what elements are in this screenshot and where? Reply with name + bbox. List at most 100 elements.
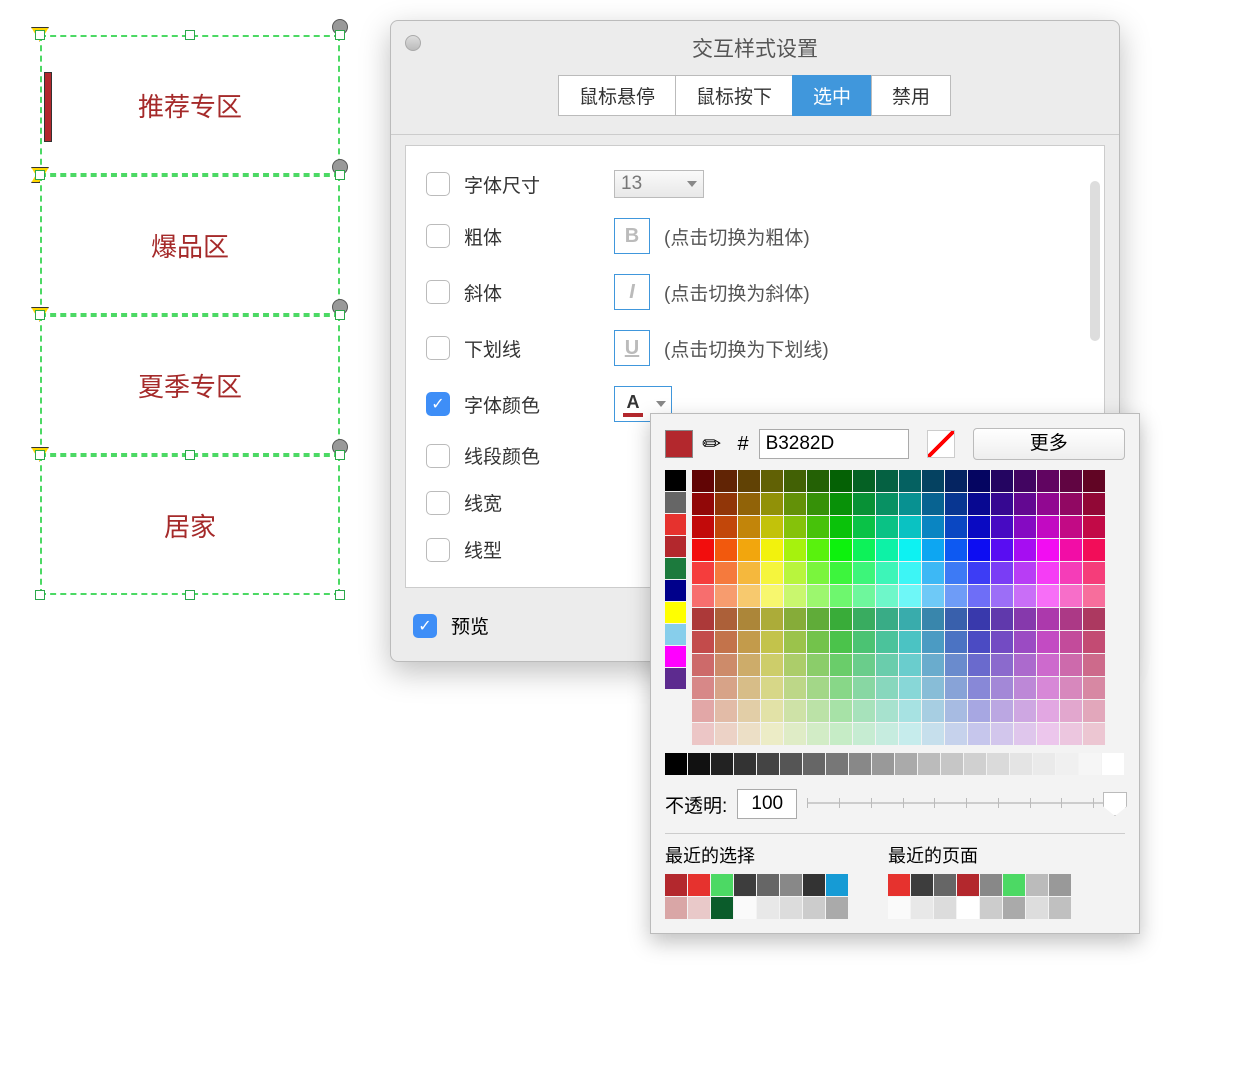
color-swatch[interactable] [1060,470,1082,492]
color-swatch[interactable] [1037,539,1059,561]
color-swatch[interactable] [1083,608,1105,630]
color-swatch[interactable] [1037,631,1059,653]
color-swatch[interactable] [1060,493,1082,515]
color-swatch[interactable] [830,654,852,676]
resize-handle[interactable] [35,310,45,320]
color-swatch[interactable] [922,631,944,653]
color-swatch[interactable] [945,631,967,653]
color-swatch[interactable] [692,677,714,699]
color-swatch[interactable] [692,700,714,722]
color-swatch[interactable] [1014,539,1036,561]
color-swatch[interactable] [968,631,990,653]
color-swatch[interactable] [876,585,898,607]
color-swatch[interactable] [876,516,898,538]
resize-handle[interactable] [335,450,345,460]
color-swatch[interactable] [968,539,990,561]
color-swatch[interactable] [692,585,714,607]
color-swatch[interactable] [830,562,852,584]
color-swatch[interactable] [1026,874,1048,896]
color-swatch[interactable] [922,654,944,676]
color-swatch[interactable] [784,562,806,584]
opacity-input[interactable] [737,789,797,819]
color-swatch[interactable] [1049,897,1071,919]
color-swatch[interactable] [945,723,967,745]
color-swatch[interactable] [1083,470,1105,492]
color-swatch[interactable] [968,654,990,676]
color-swatch[interactable] [1083,585,1105,607]
color-swatch[interactable] [899,562,921,584]
color-swatch[interactable] [738,516,760,538]
color-swatch[interactable] [784,585,806,607]
color-swatch[interactable] [1083,700,1105,722]
color-swatch[interactable] [715,723,737,745]
tab-disabled[interactable]: 禁用 [871,75,951,116]
color-swatch[interactable] [945,677,967,699]
color-swatch[interactable] [964,753,986,775]
color-swatch[interactable] [849,753,871,775]
color-swatch[interactable] [922,700,944,722]
color-swatch[interactable] [711,753,733,775]
color-swatch[interactable] [922,493,944,515]
color-swatch[interactable] [1037,608,1059,630]
resize-handle[interactable] [335,590,345,600]
color-swatch[interactable] [1037,677,1059,699]
color-swatch[interactable] [968,677,990,699]
color-swatch[interactable] [761,516,783,538]
color-swatch[interactable] [665,558,686,579]
color-swatch[interactable] [853,585,875,607]
color-swatch[interactable] [1083,539,1105,561]
checkbox-italic[interactable] [426,280,450,304]
color-swatch[interactable] [1037,723,1059,745]
color-swatch[interactable] [715,700,737,722]
color-swatch[interactable] [830,631,852,653]
color-swatch[interactable] [991,562,1013,584]
color-swatch[interactable] [715,631,737,653]
color-swatch[interactable] [1014,723,1036,745]
color-swatch[interactable] [784,677,806,699]
color-swatch[interactable] [826,874,848,896]
color-swatch[interactable] [665,624,686,645]
tab-hover[interactable]: 鼠标悬停 [558,75,676,116]
color-swatch[interactable] [807,677,829,699]
checkbox-fontsize[interactable] [426,172,450,196]
color-swatch[interactable] [1060,516,1082,538]
color-swatch[interactable] [1060,608,1082,630]
hex-input[interactable] [759,429,909,459]
color-swatch[interactable] [918,753,940,775]
color-swatch[interactable] [899,654,921,676]
color-swatch[interactable] [761,585,783,607]
color-swatch[interactable] [830,539,852,561]
color-swatch[interactable] [780,753,802,775]
color-swatch[interactable] [1060,723,1082,745]
color-swatch[interactable] [968,585,990,607]
color-swatch[interactable] [688,874,710,896]
color-swatch[interactable] [991,493,1013,515]
color-swatch[interactable] [1010,753,1032,775]
color-swatch[interactable] [922,677,944,699]
color-swatch[interactable] [692,539,714,561]
color-swatch[interactable] [899,608,921,630]
resize-handle[interactable] [335,170,345,180]
resize-handle[interactable] [35,170,45,180]
checkbox-linecolor[interactable] [426,444,450,468]
color-swatch[interactable] [761,677,783,699]
color-swatch[interactable] [1014,654,1036,676]
checkbox-bold[interactable] [426,224,450,248]
color-swatch[interactable] [692,470,714,492]
color-swatch[interactable] [1033,753,1055,775]
color-swatch[interactable] [692,562,714,584]
color-swatch[interactable] [899,723,921,745]
color-swatch[interactable] [830,723,852,745]
color-swatch[interactable] [780,874,802,896]
color-swatch[interactable] [665,874,687,896]
color-swatch[interactable] [957,874,979,896]
color-swatch[interactable] [665,668,686,689]
color-swatch[interactable] [876,608,898,630]
color-swatch[interactable] [761,470,783,492]
resize-handle[interactable] [335,30,345,40]
color-swatch[interactable] [761,723,783,745]
color-swatch[interactable] [826,753,848,775]
color-swatch[interactable] [761,700,783,722]
color-swatch[interactable] [692,516,714,538]
checkbox-preview[interactable]: ✓ [413,614,437,638]
